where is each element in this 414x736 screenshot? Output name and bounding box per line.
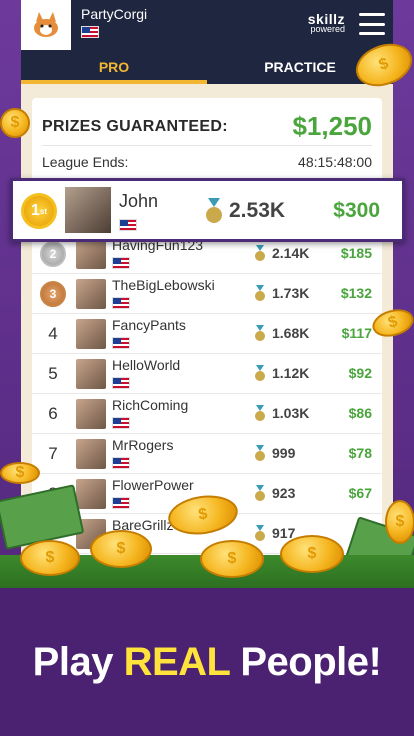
- ribbon-icon: [255, 285, 265, 301]
- skillz-logo: skillz powered: [307, 11, 345, 34]
- us-flag-icon: [112, 257, 130, 269]
- player-name: FancyPants: [112, 317, 186, 333]
- league-row: League Ends: 48:15:48:00: [42, 154, 372, 170]
- leaderboard-row[interactable]: 6 RichComing 1.03K $86: [32, 394, 382, 434]
- avatar: [76, 359, 106, 389]
- rank-number: 5: [48, 364, 58, 383]
- rank-number: 1: [30, 202, 40, 219]
- ribbon-icon: [255, 245, 265, 261]
- tagline-post: People!: [229, 640, 382, 684]
- avatar: [76, 479, 106, 509]
- avatar: [76, 239, 106, 269]
- rank-number: 6: [48, 404, 58, 423]
- player-name: RichComing: [112, 397, 189, 413]
- league-label: League Ends:: [42, 154, 129, 170]
- avatar: [76, 439, 106, 469]
- avatar: [76, 319, 106, 349]
- player-score: 1.03K: [272, 405, 310, 421]
- player-payout: $86: [348, 405, 372, 421]
- player-payout: $132: [340, 285, 372, 301]
- us-flag-icon: [112, 337, 130, 349]
- ribbon-icon: [255, 325, 265, 341]
- ribbon-icon: [255, 485, 265, 501]
- tagline-emphasis: REAL: [123, 640, 231, 684]
- player-name: John: [119, 191, 159, 211]
- coin-icon: [200, 540, 264, 578]
- ribbon-icon: [255, 445, 265, 461]
- player-payout: $67: [348, 485, 372, 501]
- player-payout: $300: [333, 199, 380, 222]
- rank-suffix: st: [39, 206, 48, 216]
- leaderboard-row[interactable]: 5 HelloWorld 1.12K $92: [32, 354, 382, 394]
- username: PartyCorgi: [81, 6, 148, 22]
- gold-medal-icon: 1st: [21, 193, 57, 229]
- player-score: 2.53K: [229, 199, 286, 222]
- prizes-label: PRIZES GUARANTEED:: [42, 117, 228, 135]
- player-score: 923: [272, 485, 296, 501]
- leaderboard-row[interactable]: 3 TheBigLebowski 1.73K $132: [32, 274, 382, 314]
- bronze-medal-icon: 3: [40, 281, 66, 307]
- corgi-icon: [34, 12, 58, 37]
- avatar: [76, 279, 106, 309]
- us-flag-icon: [81, 26, 99, 38]
- brand-name: skillz: [307, 11, 345, 27]
- rank-number: 7: [48, 444, 58, 463]
- player-score: 1.68K: [272, 325, 310, 341]
- player-name: TheBigLebowski: [112, 277, 215, 293]
- player-name: FlowerPower: [112, 477, 194, 493]
- hamburger-menu-icon[interactable]: [359, 13, 385, 35]
- player-score: 1.73K: [272, 285, 310, 301]
- us-flag-icon: [119, 219, 137, 231]
- coin-icon: [90, 530, 152, 568]
- brand-subtitle: powered: [310, 24, 345, 34]
- top-bar: PartyCorgi skillz powered: [21, 0, 393, 50]
- coin-icon: [385, 500, 414, 544]
- tab-pro[interactable]: PRO: [21, 50, 207, 84]
- player-payout: $185: [340, 245, 372, 261]
- us-flag-icon: [112, 497, 130, 509]
- us-flag-icon: [112, 377, 130, 389]
- ribbon-icon: [255, 365, 265, 381]
- leaderboard-row[interactable]: 7 MrRogers 999 $78: [32, 434, 382, 474]
- current-player-row[interactable]: 1st John 2.53K $300: [10, 178, 405, 242]
- rank-number: 4: [48, 324, 58, 343]
- prizes-value: $1,250: [292, 111, 372, 141]
- ribbon-icon: [206, 198, 222, 223]
- user-avatar[interactable]: [21, 0, 71, 50]
- tagline-pre: Play: [32, 640, 124, 684]
- coin-icon: [20, 540, 80, 576]
- coin-icon: [0, 462, 40, 484]
- leaderboard-row[interactable]: 4 FancyPants 1.68K $117: [32, 314, 382, 354]
- player-score: 999: [272, 445, 296, 461]
- us-flag-icon: [112, 457, 130, 469]
- player-payout: $78: [348, 445, 372, 461]
- tagline: Play REAL People!: [0, 640, 414, 685]
- us-flag-icon: [112, 297, 130, 309]
- coin-icon: [0, 108, 30, 138]
- silver-medal-icon: 2: [40, 241, 66, 267]
- coin-icon: [280, 535, 344, 573]
- player-payout: $117: [341, 325, 372, 341]
- player-name: MrRogers: [112, 437, 174, 453]
- tab-bar: PRO PRACTICE: [21, 50, 393, 84]
- player-score: 1.12K: [272, 365, 310, 381]
- us-flag-icon: [112, 417, 130, 429]
- ribbon-icon: [255, 525, 265, 541]
- player-payout: $92: [348, 365, 372, 381]
- player-score: 2.14K: [272, 245, 310, 261]
- avatar: [65, 187, 111, 233]
- avatar: [76, 399, 106, 429]
- player-name: HelloWorld: [112, 357, 181, 373]
- prizes-row: PRIZES GUARANTEED: $1,250: [42, 108, 372, 146]
- ribbon-icon: [255, 405, 265, 421]
- league-countdown: 48:15:48:00: [298, 154, 372, 170]
